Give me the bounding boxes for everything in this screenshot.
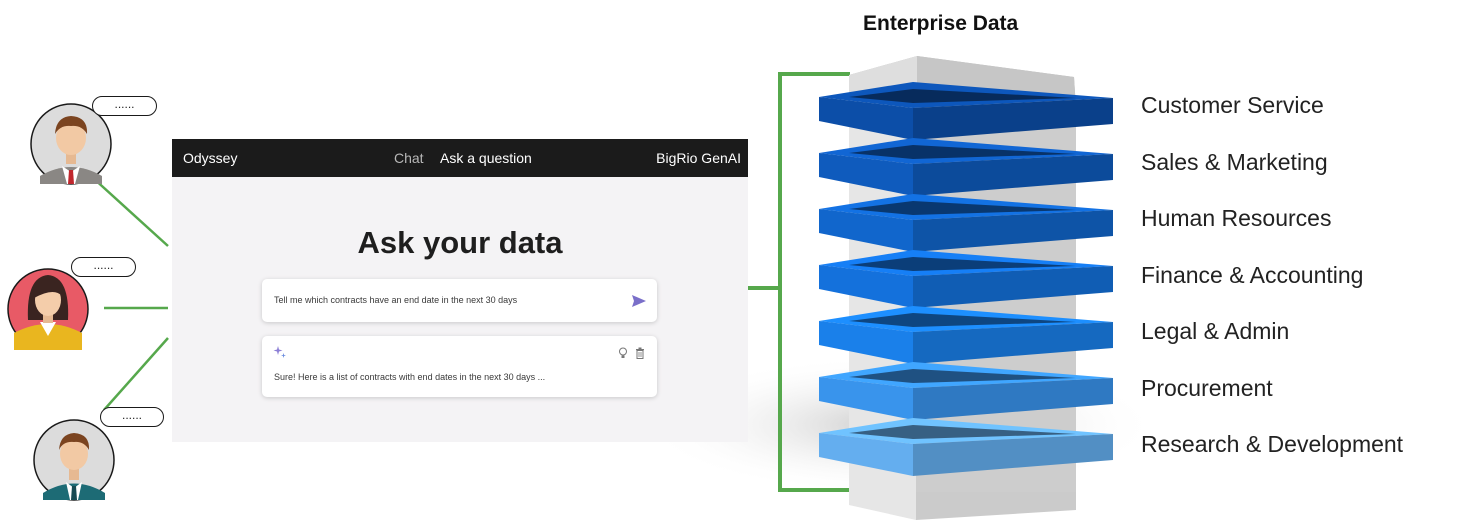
speech-bubble: ...... — [100, 407, 164, 427]
answer-text: Sure! Here is a list of contracts with e… — [274, 372, 546, 382]
bubble-dots: ...... — [121, 408, 142, 422]
diagram-title: Enterprise Data — [863, 12, 1019, 35]
app-top-bar: Odyssey Chat Ask a question BigRio GenAI — [172, 139, 748, 177]
user-avatar-2 — [7, 268, 89, 350]
speech-bubble: ...... — [71, 257, 136, 277]
bubble-dots: ...... — [114, 97, 135, 111]
department-label: Human Resources — [1141, 205, 1332, 231]
department-label: Customer Service — [1141, 92, 1324, 118]
bubble-dots: ...... — [93, 258, 114, 272]
user-connector-1 — [91, 176, 169, 247]
user-avatar-3 — [33, 419, 115, 501]
lightbulb-icon[interactable] — [618, 347, 628, 359]
department-label: Legal & Admin — [1141, 318, 1290, 344]
nav-chat[interactable]: Chat — [394, 150, 424, 166]
user-avatar-1 — [30, 103, 112, 185]
sparkle-icon — [273, 346, 286, 358]
question-text[interactable]: Tell me which contracts have an end date… — [274, 295, 517, 305]
user-connector-3 — [103, 337, 169, 411]
diagram: ...... ...... ...... Odyssey Chat Ask a … — [0, 0, 1484, 520]
department-label: Research & Development — [1141, 431, 1404, 457]
speech-bubble: ...... — [92, 96, 157, 116]
department-label: Sales & Marketing — [1141, 149, 1328, 175]
page-heading: Ask your data — [357, 225, 563, 260]
trash-icon[interactable] — [635, 347, 645, 359]
app-brand[interactable]: Odyssey — [183, 150, 237, 166]
department-label: Finance & Accounting — [1141, 262, 1364, 288]
nav-ask-question[interactable]: Ask a question — [440, 150, 532, 166]
send-icon[interactable] — [631, 294, 647, 308]
app-window: Odyssey Chat Ask a question BigRio GenAI… — [172, 139, 748, 442]
question-input[interactable]: Tell me which contracts have an end date… — [262, 279, 657, 322]
department-label: Procurement — [1141, 375, 1273, 401]
product-name[interactable]: BigRio GenAI — [656, 150, 741, 166]
answer-card: Sure! Here is a list of contracts with e… — [262, 336, 657, 397]
